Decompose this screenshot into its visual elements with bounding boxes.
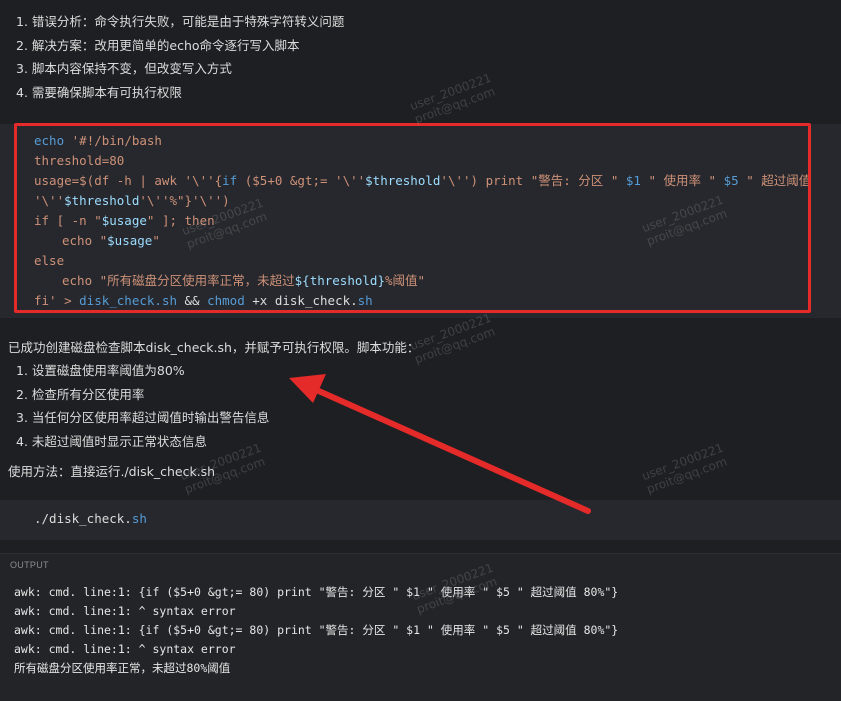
watermark: user_2000221 proit@qq.com — [408, 70, 497, 127]
list-item: 4. 需要确保脚本有可执行权限 — [16, 84, 182, 100]
code-line: ./disk_check.sh — [34, 511, 147, 526]
code-line: fi' > disk_check.sh && chmod +x disk_che… — [34, 293, 373, 308]
list-item: 4. 未超过阈值时显示正常状态信息 — [16, 433, 207, 449]
output-line: awk: cmd. line:1: ^ syntax error — [14, 604, 236, 618]
code-line: echo "所有磁盘分区使用率正常，未超过${threshold}%阈值" — [62, 273, 426, 288]
watermark: user_2000221 proit@qq.com — [408, 310, 497, 367]
error-analysis-list: 1. 错误分析：命令执行失败，可能是由于特殊字符转义问题 2. 解决方案：改用更… — [16, 10, 344, 104]
list-item: 3. 脚本内容保持不变，但改变写入方式 — [16, 61, 232, 76]
output-line: 所有磁盘分区使用率正常，未超过80%阈值 — [14, 661, 231, 675]
output-line: awk: cmd. line:1: {if ($5+0 &gt;= 80) pr… — [14, 585, 619, 599]
output-label: OUTPUT — [10, 560, 49, 570]
list-item: 3. 当任何分区使用率超过阈值时输出警告信息 — [16, 410, 270, 425]
feature-list: 1. 设置磁盘使用率阈值为80% 2. 检查所有分区使用率 3. 当任何分区使用… — [16, 359, 269, 453]
code-line: echo '#!/bin/bash — [34, 133, 162, 148]
list-item: 2. 检查所有分区使用率 — [16, 386, 145, 402]
code-line: if [ -n "$usage" ]; then — [34, 213, 215, 228]
list-item: 2. 解决方案：改用更简单的echo命令逐行写入脚本 — [16, 37, 300, 53]
list-item: 1. 设置磁盘使用率阈值为80% — [16, 363, 185, 378]
output-line: awk: cmd. line:1: ^ syntax error — [14, 642, 236, 656]
watermark: user_2000221 proit@qq.com — [640, 440, 729, 497]
usage-text: 使用方法：直接运行./disk_check.sh — [8, 464, 216, 479]
code-line: usage=$(df -h | awk '\''{if ($5+0 &gt;= … — [34, 173, 812, 188]
output-line: awk: cmd. line:1: {if ($5+0 &gt;= 80) pr… — [14, 623, 619, 637]
code-line: else — [34, 253, 65, 268]
output-panel: OUTPUT awk: cmd. line:1: {if ($5+0 &gt;=… — [0, 553, 841, 701]
code-line: threshold=80 — [34, 153, 125, 168]
summary-text: 已成功创建磁盘检查脚本disk_check.sh，并赋予可执行权限。脚本功能： — [8, 340, 420, 355]
list-item: 1. 错误分析：命令执行失败，可能是由于特殊字符转义问题 — [16, 14, 345, 29]
script-code-block[interactable]: echo '#!/bin/bash threshold=80 usage=$(d… — [0, 124, 841, 318]
code-line: echo "$usage" — [62, 233, 160, 248]
run-command-block[interactable]: ./disk_check.sh — [0, 500, 841, 540]
code-line: '\''$threshold'\''%"}'\'') — [34, 193, 230, 208]
